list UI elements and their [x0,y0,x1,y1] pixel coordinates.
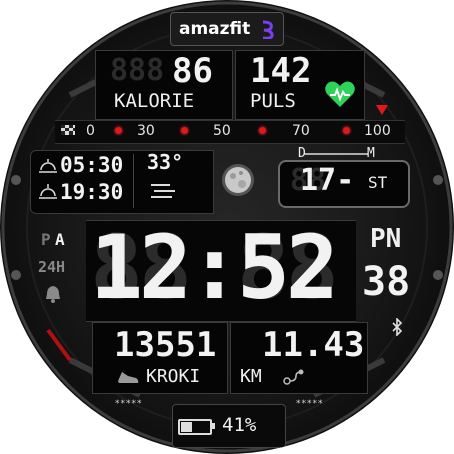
calories-label: KALORIE [114,90,195,112]
scale-dot-3 [259,127,266,134]
scale-tick-30: 30 [137,123,155,139]
distance-value: 11.43 [262,325,365,365]
calories-ghost-digits: 888 [110,53,165,88]
battery-percent-text: 41% [222,414,257,436]
sunset-icon [39,184,57,199]
pulse-marker-icon [376,105,388,115]
scale-dot-2 [181,127,188,134]
calories-value: 86 [172,51,213,91]
scale-dot-4 [343,127,350,134]
weather-fog-icon [151,184,175,198]
bluetooth-icon [392,318,403,336]
steps-value: 13551 [114,325,217,365]
date-day-marker: D [298,146,306,161]
time-am-indicator: A [55,230,65,249]
scale-tick-0: 0 [86,123,95,139]
scale-dot-1 [115,127,122,134]
brand-badge: amazfit [170,12,284,46]
route-icon [283,369,304,385]
sunset-time: 19:30 [60,180,124,204]
date-month-value: ST [368,173,388,192]
sun-panel-divider [133,154,134,208]
battery-icon-tip [212,423,215,429]
alarm-bell-icon [46,286,60,303]
time-pm-indicator: P [41,230,51,249]
date-month-marker: M [367,146,375,161]
time-format-24h: 24H [38,258,66,276]
checkered-flag-icon [61,125,75,135]
seconds-value: 38 [362,259,411,305]
weekday-label: PN [370,224,402,254]
date-day-value: 17- [300,163,355,198]
rating-stars-right: ***** [296,399,324,409]
sunrise-icon [39,159,57,173]
scale-tick-50: 50 [213,123,231,139]
time-value: 12:52 [90,216,339,319]
battery-level-fill [181,422,192,432]
running-shoe-icon [118,372,139,383]
rating-stars-left: ***** [115,399,143,409]
steps-label: KROKI [146,366,201,387]
scale-tick-100: 100 [364,123,391,139]
watch-dial: amazfit 888 86 KALORIE 142 PULS 0 30 50 [0,0,454,454]
temperature-value: 33° [147,150,184,174]
heart-icon [325,81,355,107]
distance-label: KM [240,366,262,387]
pulse-value: 142 [250,51,312,91]
moon-phase-icon [222,164,254,196]
watch-face: amazfit 888 86 KALORIE 142 PULS 0 30 50 [0,0,454,454]
scale-tick-70: 70 [292,123,310,139]
brand-mark-icon [262,20,274,39]
brand-logo: amazfit [179,19,251,39]
pulse-label: PULS [250,90,296,112]
sunrise-time: 05:30 [60,153,124,177]
